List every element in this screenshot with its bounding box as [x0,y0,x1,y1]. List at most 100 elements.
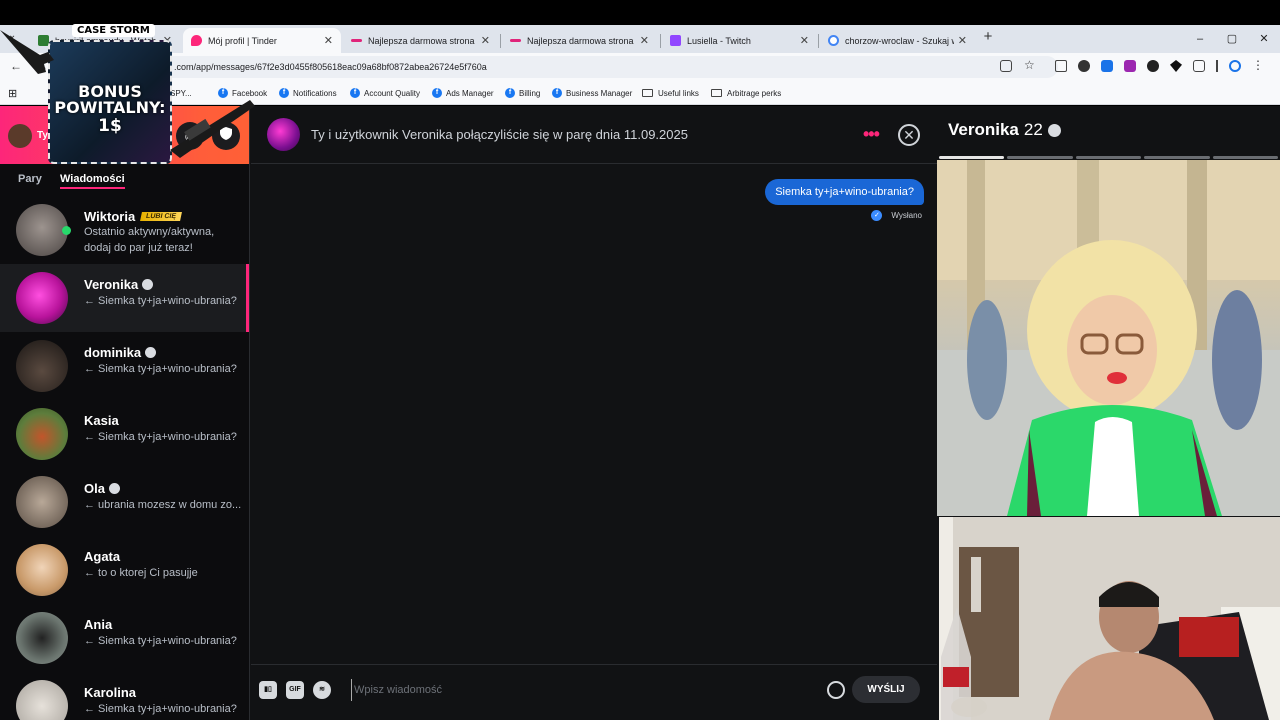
message-bubble: Siemka ty+ja+wino-ubrania? [765,179,924,205]
more-options-icon[interactable]: ••• [863,124,880,145]
match-name: Veronika [84,277,139,292]
bookmark-item[interactable]: f Notifications [279,86,337,100]
sidebar-tabs: Pary Wiadomości [0,170,249,194]
facebook-icon: f [432,88,442,98]
extension-icon[interactable] [1078,60,1090,72]
message-preview: ← Siemka ty+ja+wino-ubrania? [84,431,237,443]
close-icon[interactable]: ✕ [800,34,809,47]
google-favicon-icon [828,35,839,46]
tab-label: Lusiella - Twitch [687,35,751,46]
verified-badge-icon [1047,123,1061,137]
bookmark-star-icon[interactable]: ☆ [1024,59,1036,72]
tab-4[interactable]: Lusiella - Twitch ✕ [662,28,817,53]
profile-photo[interactable] [937,160,1280,516]
close-conversation-button[interactable]: ✕ [898,124,920,146]
new-tab-button[interactable]: + [980,29,996,45]
tab-label: chorzow-wroclaw - Szukaj w Go [845,35,954,46]
menu-kebab-icon[interactable]: ⋮ [1252,59,1264,72]
match-item-wiktoria[interactable]: Wiktoria LUBI CIĘ Ostatnio aktywny/aktywn… [0,196,249,264]
screen-top-black-bar [0,0,1280,25]
match-item-karolina[interactable]: Karolina ← Siemka ty+ja+wino-ubrania? [0,672,249,720]
extension-icon[interactable] [1124,60,1136,72]
avatar[interactable] [267,118,300,151]
webcam-overlay [939,517,1280,720]
match-name: Kasia [84,413,119,428]
match-item-kasia[interactable]: Kasia ← Siemka ty+ja+wino-ubrania? [0,400,249,468]
puzzle-extensions-icon[interactable] [1193,60,1205,72]
tab-messages[interactable]: Wiadomości [60,173,125,189]
close-icon[interactable]: ✕ [958,34,967,47]
message-preview: ← Siemka ty+ja+wino-ubrania? [84,363,237,375]
tab-3[interactable]: Najlepsza darmowa strona i ap ✕ [502,28,657,53]
profile-header: Veronika 22 [948,120,1061,140]
bookmark-label: Ads Manager [446,88,494,98]
facebook-icon: f [350,88,360,98]
omnibox-actions: ☆ [1000,59,1036,72]
extension-icon[interactable] [1170,60,1182,72]
maximize-button[interactable]: ▢ [1216,25,1248,53]
tab-label: Najlepsza darmowa strona i ap [527,35,636,46]
message-composer: ▮▯ GIF ≋ WYŚLIJ [251,664,937,720]
bookmark-item[interactable]: Useful links [642,86,699,100]
conversation-header: Ty i użytkownik Veronika połączyliście s… [251,106,937,164]
send-button[interactable]: WYŚLIJ [852,676,920,703]
avatar [16,408,68,460]
message-preview: ← to o ktorej Ci pasujje [84,567,198,579]
bookmark-label: Useful links [658,88,699,98]
avatar [16,544,68,596]
photo-indicator-bar[interactable] [1144,156,1210,159]
bookmark-item[interactable]: f Billing [505,86,540,100]
match-name: Agata [84,549,121,564]
profile-panel: Veronika 22 [937,106,1280,720]
tab-separator [660,34,661,48]
photo-indicator-bar[interactable] [939,156,1005,159]
match-item-ola[interactable]: Ola ← ubrania mozesz w domu zo... [0,468,249,536]
tab-5[interactable]: chorzow-wroclaw - Szukaj w Go ✕ [820,28,975,53]
spotify-icon[interactable]: ≋ [313,681,331,699]
match-name: Ania [84,617,113,632]
photo-indicator-bar[interactable] [1075,156,1142,159]
match-name: Wiktoria [84,209,136,224]
message-preview: ← Siemka ty+ja+wino-ubrania? [84,703,237,715]
emoji-icon[interactable] [827,681,845,699]
match-item-dominika[interactable]: dominika ← Siemka ty+ja+wino-ubrania? [0,332,249,400]
matches-sidebar: Ty ◉ Pary Wiadomości WiktoriaLUBI CIĘ Os… [0,106,250,720]
site-favicon-icon [510,39,521,42]
photo-indicator-bar[interactable] [1212,156,1279,159]
gif-button[interactable]: GIF [286,681,304,699]
match-date-text: Ty i użytkownik Veronika połączyliście s… [311,127,688,142]
verified-badge-icon [108,483,120,494]
match-name: Ola [84,481,105,496]
install-app-icon[interactable] [1000,60,1012,72]
profile-avatar-icon[interactable] [1229,60,1241,72]
message-preview: ← Siemka ty+ja+wino-ubrania? [84,635,237,647]
profile-photo-illustration [937,160,1280,516]
message-preview: ← Siemka ty+ja+wino-ubrania? [84,295,237,307]
match-item-veronika[interactable]: Veronika ← Siemka ty+ja+wino-ubrania? [0,264,249,332]
bookmark-label: Account Quality [364,88,421,98]
tab-matches[interactable]: Pary [18,173,42,185]
twitch-favicon-icon [670,35,681,46]
extension-icon[interactable] [1147,60,1159,72]
photo-indicator-bar[interactable] [1007,156,1073,159]
extension-icon[interactable] [1101,60,1113,72]
close-window-button[interactable]: ✕ [1248,25,1280,53]
match-item-agata[interactable]: Agata ← to o ktorej Ci pasujje [0,536,249,604]
bookmark-item[interactable]: f Business Manager [552,86,632,100]
bookmark-item[interactable]: Arbitrage perks [711,86,781,100]
online-status-dot [62,226,71,235]
tab-2[interactable]: Najlepsza darmowa strona i ap ✕ [343,28,498,53]
contact-card-icon[interactable]: ▮▯ [259,681,277,699]
close-icon[interactable]: ✕ [640,34,649,47]
message-input[interactable] [351,679,811,701]
camera-extension-icon[interactable] [1055,60,1067,72]
bookmark-label: Billing [519,88,541,98]
bookmark-item[interactable]: f Account Quality [350,86,420,100]
match-item-ania[interactable]: Ania ← Siemka ty+ja+wino-ubrania? [0,604,249,672]
close-icon[interactable]: ✕ [481,34,490,47]
bookmark-label: Business Manager [566,88,633,98]
message-preview: ← ubrania mozesz w domu zo... [84,499,242,511]
bookmark-item[interactable]: f Ads Manager [432,86,494,100]
minimize-button[interactable]: – [1184,25,1216,53]
close-icon[interactable]: ✕ [324,34,333,47]
